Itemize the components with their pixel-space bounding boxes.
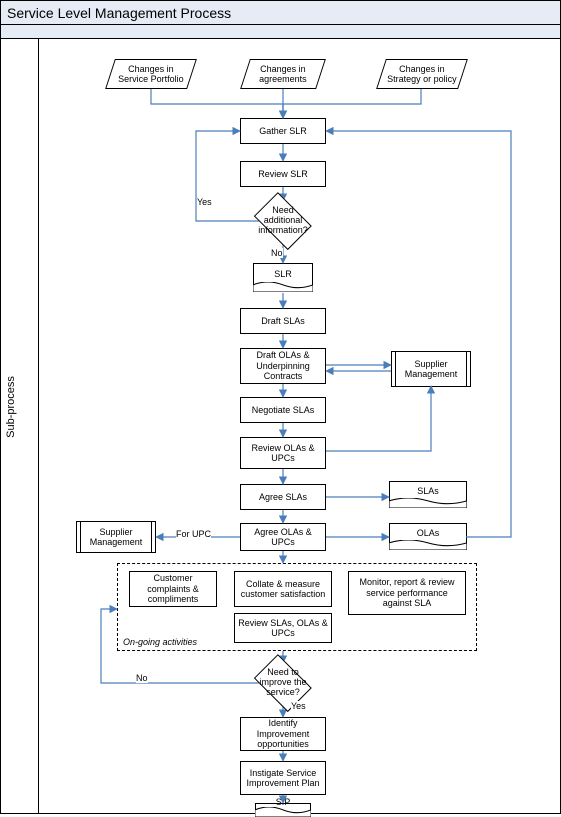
step-complaints: Customer complaints & compliments [129, 571, 217, 607]
doc-slr-label: SLR [274, 269, 292, 279]
input-agreements: Changes in agreements [240, 59, 326, 89]
swimlane-divider [38, 39, 39, 813]
doc-olas: OLAs [389, 523, 467, 549]
step-negotiate: Negotiate SLAs [240, 397, 326, 423]
step-agree-olas: Agree OLAs & UPCs [240, 523, 326, 551]
diagram-title: Service Level Management Process [1, 1, 560, 25]
doc-olas-label: OLAs [417, 528, 440, 538]
step-instigate: Instigate Service Improvement Plan [240, 761, 326, 795]
step-review-ola: Review OLAs & UPCs [240, 437, 326, 469]
swimlane-label: Sub-process [5, 376, 17, 438]
decision-need-info: Need additional information? [249, 197, 317, 245]
header-strip [1, 25, 560, 39]
label-no-2: No [136, 673, 148, 683]
decision-need-improve-label: Need to improve the service? [249, 668, 317, 698]
doc-slas: SLAs [389, 481, 467, 507]
step-supplier-mgmt: Supplier Management [391, 351, 471, 387]
doc-slr: SLR [253, 263, 313, 291]
label-for-upc: For UPC [176, 529, 211, 539]
doc-slas-label: SLAs [417, 486, 439, 496]
step-gather: Gather SLR [240, 118, 326, 144]
doc-sip: SIP [255, 803, 311, 816]
decision-need-info-label: Need additional information? [249, 206, 317, 236]
label-yes-1: Yes [197, 197, 212, 207]
step-collate: Collate & measure customer satisfaction [234, 571, 332, 607]
label-yes-2: Yes [291, 701, 306, 711]
input-strategy-label: Changes in Strategy or policy [385, 64, 459, 85]
input-portfolio-label: Changes in Service Portfolio [114, 64, 188, 85]
decision-need-improve: Need to improve the service? [249, 659, 317, 707]
step-identify: Identify Improvement opportunities [240, 717, 326, 751]
label-no-1: No [271, 248, 283, 258]
step-draft-slas: Draft SLAs [240, 308, 326, 334]
step-review-all: Review SLAs, OLAs & UPCs [234, 613, 332, 643]
doc-sip-label: SIP [276, 797, 291, 807]
step-review-slr: Review SLR [240, 161, 326, 187]
input-strategy: Changes in Strategy or policy [376, 59, 468, 89]
step-supplier-mgmt-left: Supplier Management [76, 521, 156, 553]
group-ongoing-label: On-going activities [123, 637, 197, 647]
input-agreements-label: Changes in agreements [249, 64, 317, 85]
input-portfolio: Changes in Service Portfolio [105, 59, 197, 89]
step-agree-slas: Agree SLAs [240, 484, 326, 510]
step-monitor: Monitor, report & review service perform… [348, 571, 466, 615]
step-draft-olas: Draft OLAs & Underpinning Contracts [240, 348, 326, 384]
diagram-frame: Service Level Management Process Sub-pro… [0, 0, 561, 814]
